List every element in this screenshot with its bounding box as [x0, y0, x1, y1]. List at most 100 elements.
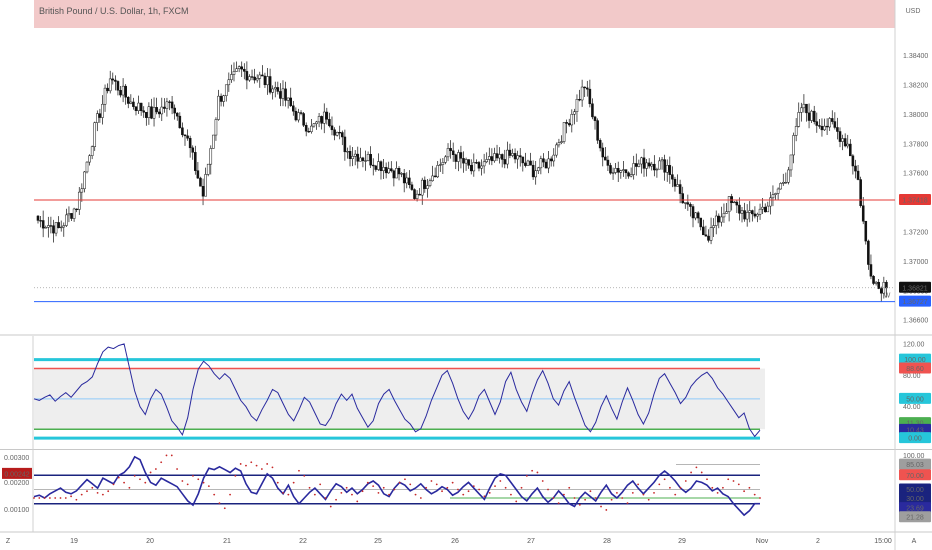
candle-body: [106, 87, 109, 92]
candle-body: [186, 135, 189, 139]
candle-body: [469, 165, 473, 172]
osc1-tick-label: 40.00: [903, 404, 921, 411]
candle-body: [338, 132, 341, 134]
candle-body: [397, 167, 401, 175]
osc2-dot: [653, 492, 655, 494]
candle-body: [75, 208, 78, 211]
x-tick-label: 29: [678, 538, 686, 545]
candle-body: [800, 107, 803, 113]
candle-body: [805, 103, 808, 114]
resistance-price-tag: 1.37418: [902, 197, 927, 204]
candle-body: [83, 171, 86, 190]
osc2-dot: [234, 474, 237, 477]
candle-body: [302, 113, 305, 126]
candle-body: [289, 97, 293, 107]
candle-body: [258, 74, 262, 79]
candle-body: [67, 213, 71, 216]
candle-body: [516, 155, 519, 160]
osc2-dot: [292, 481, 295, 484]
candle-body: [230, 74, 233, 81]
price-tick-label: 1.37200: [903, 230, 928, 237]
candle-body: [418, 193, 421, 196]
candle-body: [846, 143, 850, 147]
candle-body: [431, 175, 434, 182]
candle-body: [348, 151, 352, 159]
candle-body: [660, 159, 664, 162]
candle-body: [843, 138, 847, 147]
chart-svg[interactable]: 1.38400 1.38200 1.38000 1.37800 1.37600 1.374…: [0, 0, 932, 550]
candle-body: [320, 116, 323, 124]
candle-body: [188, 137, 192, 149]
osc2-dot: [160, 461, 163, 464]
candle-body: [583, 86, 586, 89]
candle-body: [629, 174, 633, 177]
candle-body: [44, 227, 48, 229]
candle-body: [359, 157, 362, 162]
candle-body: [157, 111, 161, 115]
candle-body: [557, 142, 561, 146]
osc2-dot: [393, 488, 396, 491]
candle-body: [725, 211, 728, 214]
osc2-dot: [541, 480, 544, 482]
candle-body: [322, 111, 326, 124]
candle-body: [823, 125, 826, 131]
candle-body: [604, 156, 607, 161]
x-corner-right: A: [912, 538, 917, 545]
candle-body: [619, 170, 623, 173]
candle-body: [593, 116, 597, 121]
candle-body: [356, 153, 360, 162]
candle-body: [299, 112, 303, 114]
candle-body: [841, 138, 844, 142]
candle-body: [59, 226, 63, 229]
osc2-dot: [361, 490, 364, 493]
candle-body: [227, 79, 231, 86]
candle-body: [371, 164, 375, 167]
candle-body: [387, 168, 390, 174]
candle-body: [325, 111, 329, 120]
candle-body: [879, 288, 883, 294]
x-tick-label: 28: [603, 538, 611, 545]
candle-body: [699, 217, 703, 228]
osc2-left-tick-label: 0.00300: [4, 455, 29, 462]
osc2-dot: [409, 483, 412, 486]
osc2-dot: [313, 493, 316, 496]
osc2-dot: [48, 497, 51, 499]
candle-body: [472, 162, 476, 172]
osc2-dot: [557, 502, 560, 505]
osc2-dot: [600, 505, 602, 508]
current-price-tag: 1.36821: [902, 285, 927, 292]
candle-body: [449, 148, 452, 152]
osc2-dot: [430, 480, 433, 482]
candle-body: [815, 121, 819, 126]
osc2-dot: [494, 485, 496, 487]
candle-body: [624, 169, 628, 174]
candle-body: [454, 154, 458, 162]
osc2-dot: [260, 468, 263, 470]
candle-body: [655, 168, 659, 171]
x-tick-label: 15:00: [874, 538, 892, 545]
candle-body: [423, 179, 427, 189]
candle-body: [614, 168, 617, 173]
osc2-tag-85: 85.03: [906, 462, 924, 469]
candle-body: [361, 157, 365, 161]
candle-body: [175, 112, 179, 117]
osc2-dot: [732, 480, 735, 482]
osc2-dot: [218, 502, 221, 505]
osc2-left-tick-label: 0.00200: [4, 480, 29, 487]
osc2-dot: [91, 486, 94, 489]
candle-body: [678, 184, 682, 194]
candle-body: [88, 155, 91, 163]
candle-body: [209, 148, 213, 165]
candle-body: [103, 87, 107, 105]
osc2-dot: [324, 497, 327, 499]
candle-body: [647, 162, 651, 167]
candle-body: [150, 106, 153, 119]
candle-body: [268, 76, 272, 93]
candle-body: [640, 157, 643, 165]
candle-body: [147, 106, 151, 118]
candle-body: [96, 113, 99, 123]
osc2-dot: [165, 454, 168, 457]
candle-body: [232, 71, 236, 75]
candle-body: [508, 149, 512, 156]
osc2-dot: [658, 483, 661, 486]
